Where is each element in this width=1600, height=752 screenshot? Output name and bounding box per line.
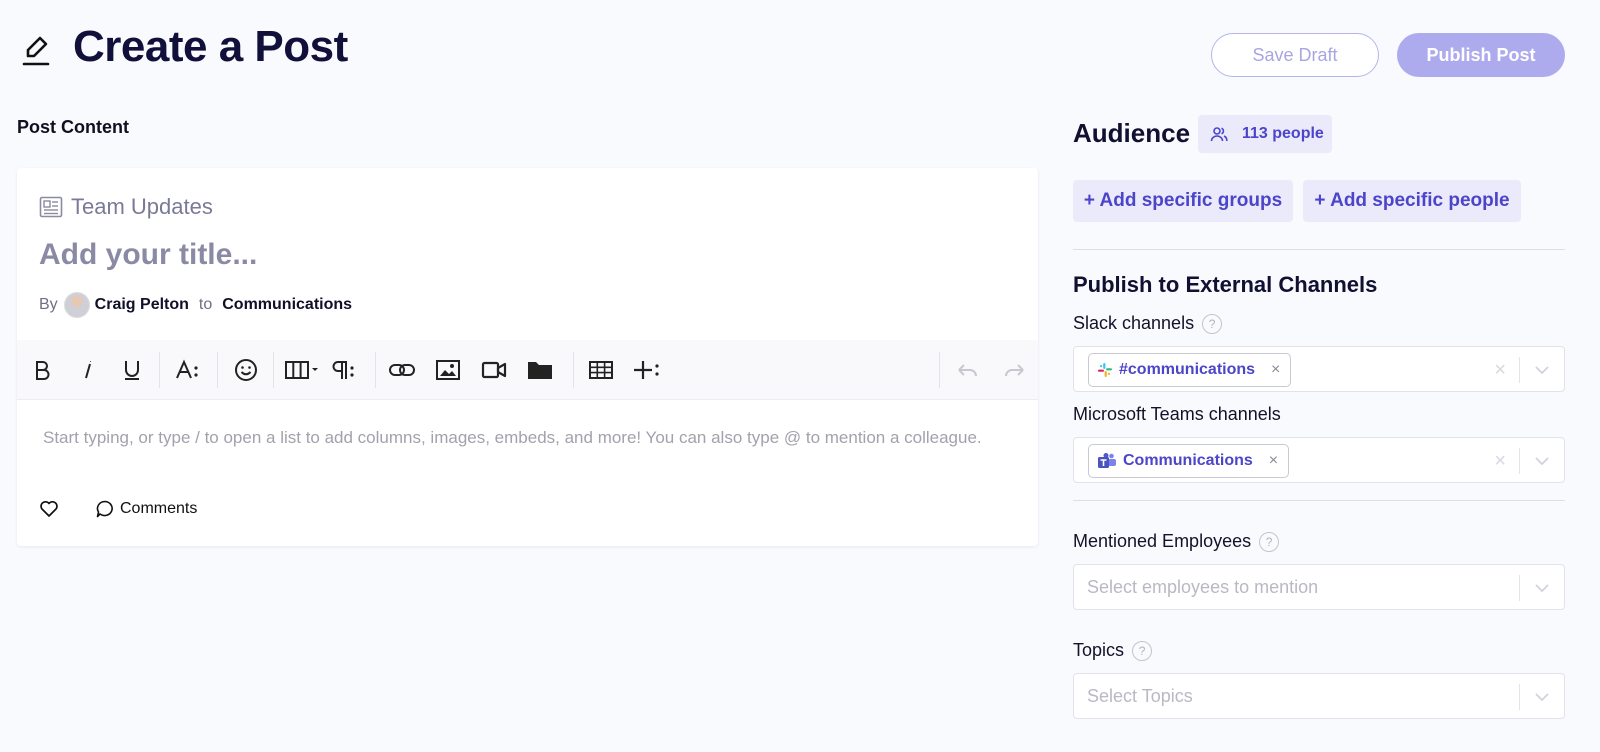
image-icon[interactable] <box>431 340 465 400</box>
by-label: By <box>39 296 58 313</box>
folder-icon[interactable] <box>523 340 557 400</box>
slack-channel-chip: #communications × <box>1088 353 1292 387</box>
topics-label: Topics ? <box>1073 640 1153 661</box>
redo-icon[interactable] <box>997 340 1031 400</box>
undo-icon[interactable] <box>951 340 985 400</box>
chevron-down-icon[interactable] <box>1530 450 1554 472</box>
to-label: to <box>198 296 213 313</box>
post-title-input[interactable]: Add your title... <box>39 238 257 272</box>
audience-count-badge[interactable]: 113 people <box>1198 115 1332 153</box>
slack-channels-label: Slack channels ? <box>1073 313 1223 334</box>
topics-select[interactable]: Select Topics <box>1073 673 1565 719</box>
insert-icon[interactable] <box>629 340 665 400</box>
mentioned-employees-placeholder: Select employees to mention <box>1087 577 1319 597</box>
post-content-label: Post Content <box>17 117 129 137</box>
channel-name: Team Updates <box>71 194 213 219</box>
audience-title: Audience <box>1073 118 1191 148</box>
clear-icon[interactable]: × <box>1494 359 1506 382</box>
post-editor: Team Updates Add your title... By Craig … <box>17 168 1038 546</box>
chevron-down-icon[interactable] <box>1530 577 1554 599</box>
post-body-input[interactable]: Start typing, or type / to open a list t… <box>43 424 983 451</box>
author-name[interactable]: Craig Pelton <box>95 296 189 314</box>
save-draft-button[interactable]: Save Draft <box>1211 33 1379 77</box>
heart-icon[interactable] <box>39 500 59 518</box>
external-channels-title: Publish to External Channels <box>1073 272 1378 297</box>
link-icon[interactable] <box>385 340 419 400</box>
help-icon[interactable]: ? <box>1202 313 1223 334</box>
chevron-down-icon[interactable] <box>1530 686 1554 708</box>
underline-icon[interactable] <box>117 340 147 400</box>
page-header: Create a Post Save Draft Publish Post <box>0 0 1600 100</box>
divider <box>1073 249 1565 250</box>
add-specific-groups-button[interactable]: + Add specific groups <box>1073 180 1293 222</box>
font-size-icon[interactable] <box>171 340 205 400</box>
comment-bubble-icon <box>96 500 113 518</box>
edit-pencil-icon <box>22 36 50 66</box>
people-icon <box>1210 127 1228 142</box>
teams-channels-label: Microsoft Teams channels <box>1073 404 1281 425</box>
bold-icon[interactable] <box>27 340 57 400</box>
divider <box>1073 500 1565 501</box>
teams-channel-chip: Communications × <box>1088 444 1290 478</box>
channel-selector[interactable]: Team Updates <box>39 194 213 220</box>
italic-icon[interactable] <box>73 340 103 400</box>
help-icon[interactable]: ? <box>1259 531 1280 552</box>
clear-icon[interactable]: × <box>1494 450 1506 473</box>
remove-chip-icon[interactable]: × <box>1269 452 1278 470</box>
help-icon[interactable]: ? <box>1132 640 1153 661</box>
topics-placeholder: Select Topics <box>1087 686 1193 706</box>
comments-label: Comments <box>120 500 198 517</box>
microsoft-teams-icon <box>1098 453 1116 468</box>
mentioned-employees-label: Mentioned Employees ? <box>1073 531 1280 552</box>
mentioned-employees-label-text: Mentioned Employees <box>1073 531 1252 551</box>
mentioned-employees-select[interactable]: Select employees to mention <box>1073 564 1565 610</box>
teams-channels-select[interactable]: Communications × × <box>1073 437 1565 483</box>
emoji-icon[interactable] <box>229 340 263 400</box>
video-icon[interactable] <box>477 340 511 400</box>
audience-count: 113 people <box>1242 125 1324 142</box>
byline: By Craig Pelton to Communications <box>39 292 352 318</box>
slack-channels-select[interactable]: #communications × × <box>1073 346 1565 392</box>
table-icon[interactable] <box>583 340 619 400</box>
paragraph-icon[interactable] <box>329 340 359 400</box>
editor-toolbar <box>17 340 1038 400</box>
publish-post-button[interactable]: Publish Post <box>1397 33 1565 77</box>
chevron-down-icon[interactable] <box>1530 359 1554 381</box>
recipient-name[interactable]: Communications <box>222 296 352 314</box>
page-title: Create a Post <box>73 22 348 71</box>
newspaper-icon <box>39 196 63 218</box>
author-avatar <box>63 292 90 318</box>
slack-channel-name: #communications <box>1119 361 1256 378</box>
add-specific-people-button[interactable]: + Add specific people <box>1303 180 1521 222</box>
teams-channel-name: Communications <box>1123 452 1253 469</box>
columns-icon[interactable] <box>283 340 323 400</box>
teams-channels-label-text: Microsoft Teams channels <box>1073 404 1281 424</box>
topics-label-text: Topics <box>1073 640 1125 660</box>
comments-button[interactable]: Comments <box>95 499 197 519</box>
reactions-bar: Comments <box>39 499 197 519</box>
remove-chip-icon[interactable]: × <box>1271 361 1280 379</box>
slack-icon <box>1098 363 1112 377</box>
slack-channels-label-text: Slack channels <box>1073 313 1195 333</box>
